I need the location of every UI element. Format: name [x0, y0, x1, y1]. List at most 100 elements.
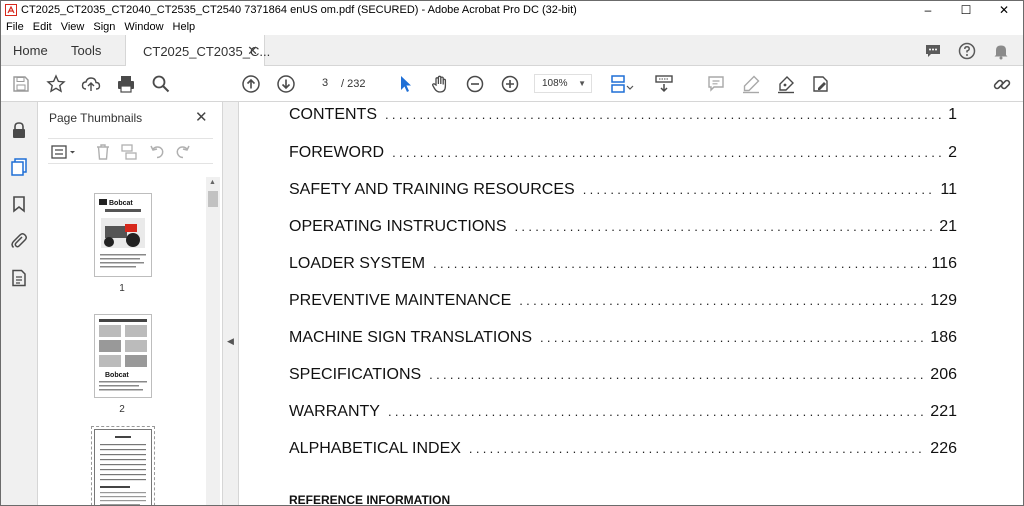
help-icon[interactable] — [957, 41, 977, 61]
section-heading: REFERENCE INFORMATION — [289, 493, 451, 506]
lock-icon[interactable] — [9, 120, 29, 140]
toc-leader-dots: ........................................… — [514, 219, 936, 234]
close-tab-button[interactable]: ✕ — [247, 43, 258, 59]
delete-trash-icon[interactable] — [94, 143, 112, 161]
toc-entry[interactable]: FOREWORD................................… — [289, 144, 957, 166]
toc-leader-dots: ........................................… — [429, 367, 927, 382]
sign-pen-icon[interactable] — [775, 73, 797, 95]
rotate-counterclockwise-icon[interactable] — [148, 143, 166, 161]
menu-edit[interactable]: Edit — [28, 21, 56, 33]
next-page-icon[interactable] — [275, 73, 297, 95]
comment-bubble-icon[interactable] — [923, 41, 943, 61]
toc-entry-title: LOADER SYSTEM — [289, 255, 426, 272]
toc-entry[interactable]: MACHINE SIGN TRANSLATIONS...............… — [289, 329, 957, 351]
chevron-down-icon: ▼ — [578, 79, 586, 88]
thumbnail-options-icon[interactable] — [50, 143, 78, 161]
menu-sign[interactable]: Sign — [88, 21, 119, 33]
toc-entry-page-number: 11 — [940, 181, 957, 198]
attachment-paperclip-icon[interactable] — [9, 231, 29, 251]
select-cursor-icon[interactable] — [394, 73, 416, 95]
toc-entry[interactable]: LOADER SYSTEM...........................… — [289, 255, 957, 277]
cloud-upload-icon[interactable] — [80, 73, 102, 95]
close-panel-button[interactable]: ✕ — [195, 108, 208, 126]
maximize-button[interactable]: ☐ — [947, 1, 985, 19]
window-controls: – ☐ ✕ — [909, 1, 1023, 19]
title-bar: CT2025_CT2035_CT2040_CT2535_CT2540 73718… — [1, 1, 1023, 19]
toc-entry[interactable]: PREVENTIVE MAINTENANCE..................… — [289, 292, 957, 314]
menu-bar: File Edit View Sign Window Help — [1, 19, 1023, 35]
print-icon[interactable] — [115, 73, 137, 95]
collapse-panel-arrow-icon[interactable]: ◀ — [227, 336, 234, 347]
thumbnail-page-label: 2 — [119, 404, 125, 415]
star-bookmark-icon[interactable] — [45, 73, 67, 95]
tab-document[interactable]: CT2025_CT2035_C... ✕ — [125, 35, 270, 67]
share-link-icon[interactable] — [991, 73, 1013, 95]
page-thumbnail[interactable]: Bobcat — [94, 314, 152, 398]
toc-entry-title: MACHINE SIGN TRANSLATIONS — [289, 329, 532, 346]
toc-entry-title: SAFETY AND TRAINING RESOURCES — [289, 181, 575, 198]
toc-entry-page-number: 116 — [931, 255, 957, 272]
toc-entry[interactable]: CONTENTS................................… — [289, 106, 957, 128]
scroll-mode-icon[interactable] — [653, 73, 675, 95]
page-layout-icon[interactable] — [609, 73, 635, 95]
zoom-out-icon[interactable] — [464, 73, 486, 95]
toc-entry[interactable]: OPERATING INSTRUCTIONS..................… — [289, 218, 957, 240]
zoom-level-dropdown[interactable]: 108% ▼ — [534, 74, 592, 93]
main-toolbar: 3 / 232 108% ▼ — [1, 66, 1023, 102]
search-icon[interactable] — [150, 73, 172, 95]
scroll-up-arrow-icon[interactable]: ▲ — [209, 179, 216, 186]
content-document-icon[interactable] — [9, 268, 29, 288]
toc-entry[interactable]: SAFETY AND TRAINING RESOURCES...........… — [289, 181, 957, 203]
panel-splitter[interactable]: ◀ — [223, 102, 239, 505]
rotate-clockwise-icon[interactable] — [174, 143, 192, 161]
toc-entry-title: FOREWORD — [289, 144, 385, 161]
toc-entry-page-number: 129 — [930, 292, 957, 309]
page-number-input[interactable]: 3 — [314, 74, 336, 93]
toc-leader-dots: ........................................… — [385, 107, 944, 122]
zoom-level-value: 108% — [542, 78, 568, 89]
toc-entry-title: SPECIFICATIONS — [289, 366, 422, 383]
thumbnails-toolbar — [48, 138, 213, 164]
zoom-in-icon[interactable] — [499, 73, 521, 95]
add-comment-icon[interactable] — [705, 73, 727, 95]
save-icon[interactable] — [10, 73, 32, 95]
thumbnail-page-label: 1 — [119, 283, 125, 294]
toc-entry[interactable]: WARRANTY................................… — [289, 403, 957, 425]
svg-text:Bobcat: Bobcat — [105, 372, 129, 379]
hand-tool-icon[interactable] — [429, 73, 451, 95]
minimize-button[interactable]: – — [909, 1, 947, 19]
thumbnail-list: Bobcat 1 Bobcat 2 — [38, 177, 206, 505]
replace-pages-icon[interactable] — [120, 143, 138, 161]
toc-entry[interactable]: ALPHABETICAL INDEX......................… — [289, 440, 957, 462]
close-window-button[interactable]: ✕ — [985, 1, 1023, 19]
fill-sign-icon[interactable] — [810, 73, 832, 95]
page-thumbnail[interactable]: Bobcat — [94, 193, 152, 277]
previous-page-icon[interactable] — [240, 73, 262, 95]
menu-file[interactable]: File — [1, 21, 28, 33]
tab-tools[interactable]: Tools — [71, 35, 101, 66]
toc-leader-dots: ........................................… — [433, 256, 927, 271]
toc-entry-page-number: 206 — [930, 366, 957, 383]
menu-window[interactable]: Window — [119, 21, 167, 33]
toc-leader-dots: ........................................… — [519, 293, 927, 308]
page-thumbnails-icon[interactable] — [9, 157, 29, 177]
svg-text:Bobcat: Bobcat — [109, 200, 133, 207]
toc-entry-page-number: 186 — [930, 329, 957, 346]
notifications-bell-icon[interactable] — [991, 41, 1011, 61]
toc-entry-page-number: 221 — [930, 403, 957, 420]
toc-entry[interactable]: SPECIFICATIONS..........................… — [289, 366, 957, 388]
toc-entry-title: CONTENTS — [289, 106, 377, 123]
page-thumbnail-current[interactable] — [91, 426, 155, 505]
acrobat-window: CT2025_CT2035_CT2040_CT2535_CT2540 73718… — [0, 0, 1024, 506]
thumbnails-scrollbar[interactable]: ▲ — [206, 177, 220, 505]
toc-entry-page-number: 2 — [948, 144, 957, 161]
menu-help[interactable]: Help — [168, 21, 200, 33]
highlight-pen-icon[interactable] — [740, 73, 762, 95]
scrollbar-thumb[interactable] — [208, 191, 218, 207]
tab-home[interactable]: Home — [13, 35, 48, 66]
toc-leader-dots: ........................................… — [392, 145, 945, 160]
page-total: / 232 — [341, 78, 366, 90]
bookmark-icon[interactable] — [9, 194, 29, 214]
page-thumbnails-panel: Page Thumbnails ✕ Bobcat 1 Bobcat 2 ▲ — [38, 102, 223, 505]
menu-view[interactable]: View — [56, 21, 89, 33]
